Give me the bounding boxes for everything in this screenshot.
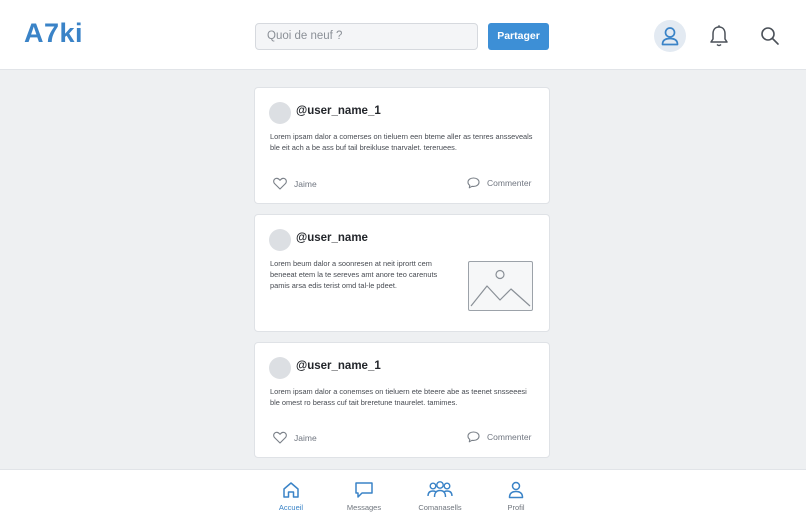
post-username[interactable]: @user_name_1 — [296, 105, 381, 117]
comment-icon — [467, 431, 480, 443]
message-icon — [355, 482, 373, 498]
nav-item-communities[interactable]: Comanasells — [400, 480, 480, 512]
bell-icon[interactable] — [708, 24, 730, 48]
heart-icon — [273, 431, 287, 444]
feed-post: @user_name Lorem beum dalor a soonresen … — [254, 214, 550, 332]
feed-post: @user_name_1 Lorem ipsam dalor a comerse… — [254, 87, 550, 204]
nav-label: Profil — [507, 503, 525, 512]
profile-icon — [508, 481, 524, 499]
post-image[interactable] — [468, 261, 533, 311]
avatar[interactable] — [269, 102, 291, 124]
image-icon — [470, 269, 531, 307]
nav-label: Accueil — [278, 503, 304, 512]
like-button[interactable]: Jaime — [273, 177, 317, 190]
post-text: Lorem ipsam dalor a comerses on tieluern… — [270, 132, 533, 152]
comment-button[interactable]: Commenter — [467, 431, 531, 443]
nav-item-home[interactable]: Accueil — [251, 480, 331, 512]
nav-label: Messages — [346, 503, 382, 512]
avatar[interactable] — [269, 357, 291, 379]
community-icon — [427, 481, 453, 498]
feed-post: @user_name_1 Lorem ipsam dalor a conemse… — [254, 342, 550, 458]
comment-label: Commenter — [487, 432, 532, 442]
post-username[interactable]: @user_name — [296, 232, 368, 244]
nav-label: Comanasells — [418, 503, 462, 512]
nav-item-messages[interactable]: Messages — [324, 480, 404, 512]
search-icon[interactable] — [759, 25, 781, 47]
top-header: A7ki Quoi de neuf ? Partager — [0, 0, 806, 70]
comment-icon — [467, 177, 480, 189]
like-button[interactable]: Jaime — [273, 431, 317, 444]
share-button[interactable]: Partager — [488, 23, 549, 50]
user-avatar-button[interactable] — [654, 20, 686, 52]
comment-button[interactable]: Commenter — [467, 177, 531, 189]
app-logo[interactable]: A7ki — [24, 18, 83, 49]
like-label: Jaime — [294, 432, 317, 443]
post-text: Lorem beum dalor a soonresen at neit ipr… — [270, 259, 438, 290]
post-username[interactable]: @user_name_1 — [296, 360, 381, 372]
avatar[interactable] — [269, 229, 291, 251]
nav-item-profile[interactable]: Profil — [476, 480, 556, 512]
home-icon — [283, 482, 299, 498]
comment-label: Commenter — [487, 178, 532, 188]
heart-icon — [273, 177, 287, 190]
like-label: Jaime — [294, 178, 317, 189]
post-text: Lorem ipsam dalor a conemses on tieluern… — [270, 387, 527, 407]
bottom-navigation: Accueil Messages Comanasells Profil — [0, 469, 806, 525]
user-icon — [661, 27, 679, 46]
status-composer-input[interactable]: Quoi de neuf ? — [255, 23, 478, 50]
